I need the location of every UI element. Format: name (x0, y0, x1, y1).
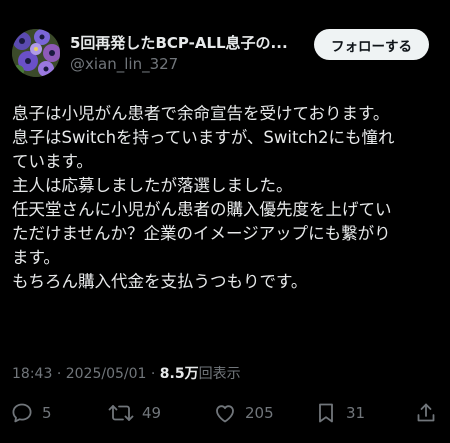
post-text-line: 息子は小児がん患者で余命宣告を受けております。 (12, 104, 390, 123)
views-label: 回表示 (198, 366, 241, 382)
share-upload-icon (417, 403, 435, 422)
post-date[interactable]: 2025/05/01 (66, 366, 147, 382)
heart-icon (216, 405, 234, 423)
post-text: 息子は小児がん患者で余命宣告を受けております。 息子はSwitchを持っています… (12, 102, 442, 294)
post-header: 5回再発したBCP-ALL息子の... @xian_lin_327 フォローする (0, 0, 450, 84)
repost-count: 49 (142, 404, 162, 422)
post-text-line: 主人は応募しましたが落選しました。 (12, 176, 293, 195)
avatar-flower-image (12, 29, 60, 77)
post-text-line: 息子はSwitchを持っていますが、Switch2にも憧れ (12, 128, 395, 147)
meta-separator: · (56, 366, 62, 382)
like-count: 205 (245, 404, 274, 422)
post-text-line: ただけませんか？企業のイメージアップにも繋がり (12, 224, 391, 243)
meta-separator: · (150, 366, 156, 382)
post-metadata: 18:43 · 2025/05/01 · 8.5万回表示 (12, 364, 241, 384)
bookmark-button[interactable]: 31 (314, 398, 365, 428)
speech-bubble-icon (12, 403, 32, 423)
author-display-name[interactable]: 5回再発したBCP-ALL息子の... (70, 33, 308, 53)
repost-button[interactable]: 49 (108, 398, 161, 428)
avatar[interactable] (12, 29, 60, 77)
post-text-line: ています。 (12, 152, 93, 171)
post-text-line: 任天堂さんに小児がん患者の購入優先度を上げてい (12, 200, 392, 219)
post-text-line: ます。 (12, 248, 60, 267)
bookmark-count: 31 (346, 404, 366, 422)
bookmark-icon (319, 403, 333, 423)
action-bar: 5 49 205 31 (0, 398, 450, 428)
author-handle[interactable]: @xian_lin_327 (70, 54, 178, 74)
follow-button[interactable]: フォローする (314, 29, 429, 60)
views-count: 8.5万 (159, 366, 199, 382)
reply-button[interactable]: 5 (10, 398, 52, 428)
post-time[interactable]: 18:43 (12, 366, 52, 382)
post-text-line: もちろん購入代金を支払うつもりです。 (12, 272, 308, 291)
repost-arrows-icon (108, 405, 134, 421)
share-button[interactable] (414, 398, 438, 428)
like-button[interactable]: 205 (213, 398, 274, 428)
reply-count: 5 (42, 404, 52, 422)
